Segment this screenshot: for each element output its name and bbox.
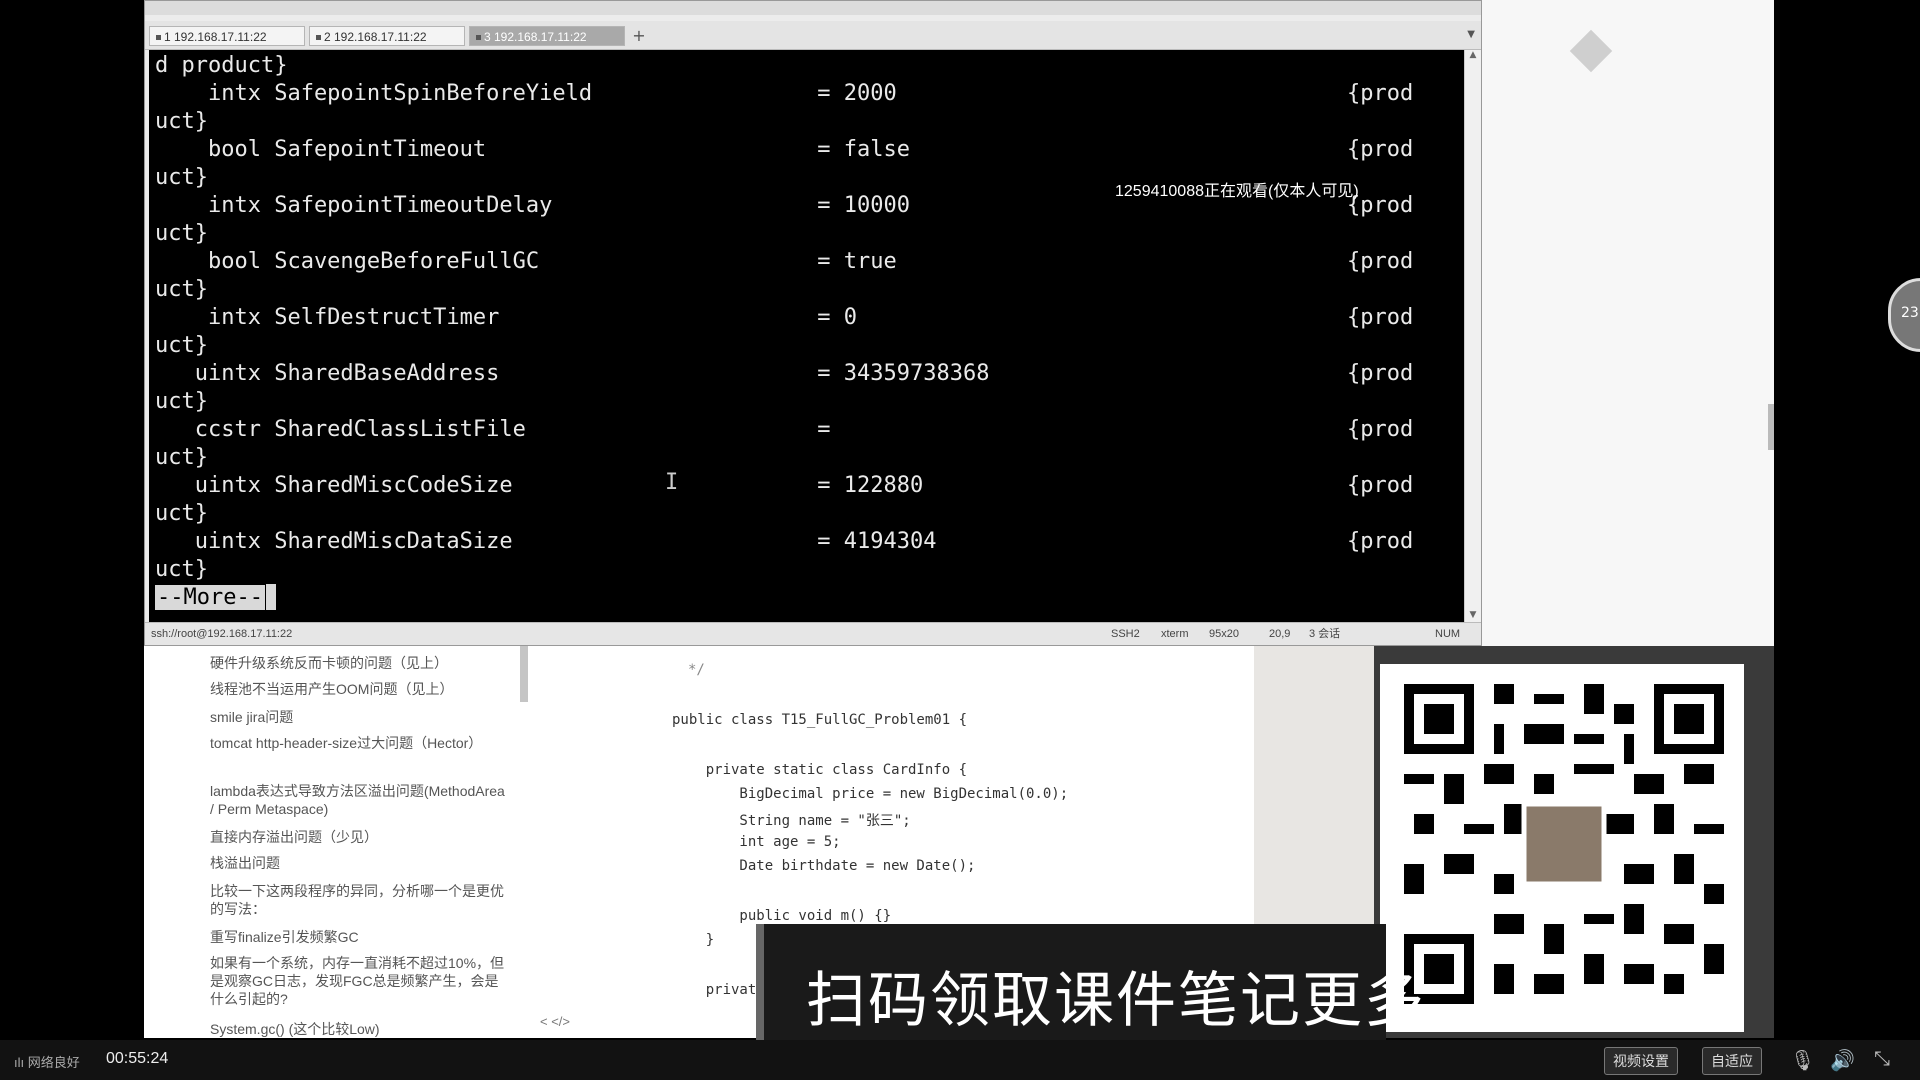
sidebar-scrollbar[interactable] xyxy=(520,646,528,702)
tab-label: 1 192.168.17.11:22 xyxy=(164,30,267,44)
code-line: public class T15_FullGC_Problem01 { xyxy=(672,712,968,728)
brand-watermark xyxy=(1569,29,1616,73)
add-tab-button[interactable]: + xyxy=(629,26,649,46)
volume-icon[interactable]: 🔊 xyxy=(1830,1048,1855,1073)
terminal-line: uct} xyxy=(155,277,208,302)
brand-logo-icon xyxy=(1569,29,1613,73)
code-line: private static class CardInfo { xyxy=(672,762,968,778)
signal-icon: ılı xyxy=(14,1055,28,1070)
mic-icon[interactable]: 🎙 xyxy=(1790,1048,1815,1073)
code-line: BigDecimal price = new BigDecimal(0.0); xyxy=(672,786,1069,802)
terminal-line: uintx SharedMiscCodeSize = 122880 {prod xyxy=(155,473,1414,498)
tab-session-3[interactable]: 3 192.168.17.11:22 xyxy=(469,26,625,46)
terminal-line: d product} xyxy=(155,53,288,78)
tab-status-icon xyxy=(156,35,161,41)
status-position: 20,9 xyxy=(1269,628,1291,640)
more-prompt: --More-- xyxy=(155,585,265,610)
code-line: int age = 5; xyxy=(672,834,841,850)
terminal-line: uintx SharedMiscDataSize = 4194304 {prod xyxy=(155,529,1414,554)
promo-banner-text: 扫码领取课件笔记更多 xyxy=(806,966,1426,1036)
code-nav-controls[interactable]: < </> xyxy=(540,1014,570,1029)
terminal-cursor xyxy=(265,584,276,610)
network-status: ılı 网络良好 xyxy=(14,1052,80,1071)
player-control-bar: ılı 网络良好 00:55:24 视频设置 自适应 🎙 🔊 ⤡ xyxy=(0,1040,1920,1080)
status-path: ssh://root@192.168.17.11:22 xyxy=(151,628,293,640)
terminal-line: uct} xyxy=(155,445,208,470)
terminal-line: intx SelfDestructTimer = 0 {prod xyxy=(155,305,1414,330)
terminal-line: intx SafepointSpinBeforeYield = 2000 {pr… xyxy=(155,81,1414,106)
list-item[interactable]: 硬件升级系统反而卡顿的问题（见上） xyxy=(210,654,510,672)
terminal-line: uct} xyxy=(155,557,208,582)
terminal-line: uct} xyxy=(155,109,208,134)
terminal-line: bool SafepointTimeout = false {prod xyxy=(155,137,1414,162)
more-prompt-line: --More-- xyxy=(155,584,276,612)
banner-accent xyxy=(756,924,764,1040)
status-sessions: 3 会话 xyxy=(1309,628,1341,640)
terminal-window: 1 192.168.17.11:22 2 192.168.17.11:22 3 … xyxy=(144,0,1482,646)
playback-time: 00:55:24 xyxy=(106,1050,169,1067)
terminal-tab-bar: 1 192.168.17.11:22 2 192.168.17.11:22 3 … xyxy=(145,21,1481,50)
status-num: NUM xyxy=(1435,628,1461,640)
list-item[interactable]: tomcat http-header-size过大问题（Hector） xyxy=(210,734,510,752)
status-term: xterm xyxy=(1161,628,1189,640)
network-status-label: 网络良好 xyxy=(27,1055,80,1070)
qr-code-icon xyxy=(1404,684,1724,1004)
viewer-notice: 1259410088正在观看(仅本人可见) xyxy=(1115,183,1359,200)
code-line: String name = "张三"; xyxy=(672,813,911,829)
code-line: */ xyxy=(688,662,705,678)
video-settings-button[interactable]: 视频设置 xyxy=(1604,1047,1678,1075)
terminal-line: bool ScavengeBeforeFullGC = true {prod xyxy=(155,249,1414,274)
text-cursor-icon: I xyxy=(665,470,679,495)
list-item[interactable]: System.gc() (这个比较Low) xyxy=(210,1020,510,1038)
terminal-line: uct} xyxy=(155,221,208,246)
terminal-line: uct} xyxy=(155,501,208,526)
terminal-line: uintx SharedBaseAddress = 34359738368 {p… xyxy=(155,361,1414,386)
notes-sidebar: 硬件升级系统反而卡顿的问题（见上） 线程池不当运用产生OOM问题（见上） smi… xyxy=(144,646,528,1038)
terminal-statusbar: ssh://root@192.168.17.11:22 SSH2 xterm 9… xyxy=(145,622,1481,645)
tab-menu-icon[interactable]: ▼ xyxy=(1467,29,1475,40)
status-size: 95x20 xyxy=(1209,628,1239,640)
terminal-line: uct} xyxy=(155,333,208,358)
terminal-titlebar xyxy=(145,1,1481,15)
list-item[interactable]: 重写finalize引发频繁GC xyxy=(210,928,510,946)
terminal-line: ccstr SharedClassListFile = {prod xyxy=(155,417,1414,442)
list-item[interactable]: smile jira问题 xyxy=(210,708,510,726)
fullscreen-icon[interactable]: ⤡ xyxy=(1874,1048,1890,1071)
tab-session-1[interactable]: 1 192.168.17.11:22 xyxy=(149,26,305,46)
tab-status-icon xyxy=(316,35,321,41)
list-item[interactable]: 线程池不当运用产生OOM问题（见上） xyxy=(210,680,510,698)
tab-label: 3 192.168.17.11:22 xyxy=(484,30,587,44)
list-item[interactable]: 比较一下这两段程序的异同，分析哪一个是更优的写法： xyxy=(210,882,510,918)
code-line: } xyxy=(672,932,715,948)
list-item[interactable]: 直接内存溢出问题（少见） xyxy=(210,828,510,846)
list-item[interactable]: 如果有一个系统，内存一直消耗不超过10%，但是观察GC日志，发现FGC总是频繁产… xyxy=(210,954,510,1008)
terminal-scrollbar[interactable]: ▲ ▼ xyxy=(1464,50,1481,624)
tab-label: 2 192.168.17.11:22 xyxy=(324,30,427,44)
code-line: public void m() {} xyxy=(672,908,892,924)
auto-fit-button[interactable]: 自适应 xyxy=(1702,1047,1762,1075)
right-scrollbar[interactable] xyxy=(1768,404,1774,450)
code-line: Date birthdate = new Date(); xyxy=(672,858,976,874)
scroll-up-icon[interactable]: ▲ xyxy=(1465,50,1481,64)
qr-code-card xyxy=(1380,664,1744,1032)
status-protocol: SSH2 xyxy=(1111,628,1140,640)
list-item[interactable]: lambda表达式导致方法区溢出问题(MethodArea / Perm Met… xyxy=(210,782,510,818)
terminal-line: uct} xyxy=(155,389,208,414)
right-app-background xyxy=(1482,0,1774,648)
terminal-output[interactable]: d product} intx SafepointSpinBeforeYield… xyxy=(149,50,1467,624)
tab-session-2[interactable]: 2 192.168.17.11:22 xyxy=(309,26,465,46)
list-item[interactable]: 栈溢出问题 xyxy=(210,854,510,872)
terminal-line: uct} xyxy=(155,165,208,190)
floating-chat-button[interactable]: 23 xyxy=(1888,278,1920,352)
tab-status-icon xyxy=(476,35,481,41)
